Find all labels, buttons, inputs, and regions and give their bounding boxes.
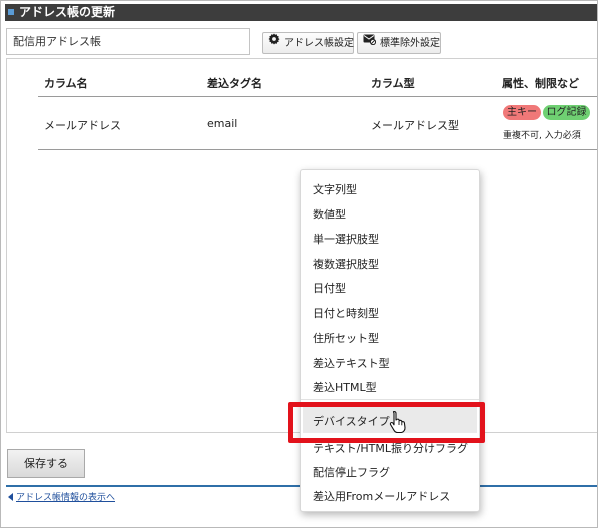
attribute-note: 重複不可, 入力必須: [503, 131, 581, 141]
row-divider: [38, 149, 597, 150]
dropdown-item-string[interactable]: 文字列型: [313, 181, 357, 197]
address-book-settings-button[interactable]: アドレス帳設定: [262, 32, 354, 54]
column-type-dropdown[interactable]: 文字列型 数値型 単一選択肢型 複数選択肢型 日付型 日付と時刻型 住所セット型…: [300, 169, 480, 512]
cell-tag-name: email: [207, 117, 238, 130]
gear-icon: [268, 33, 280, 53]
highlight-annotation-box: [288, 402, 485, 443]
standard-exclusion-settings-label: 標準除外設定: [380, 38, 440, 49]
dropdown-item-multi-choice[interactable]: 複数選択肢型: [313, 256, 379, 272]
back-link-label: アドレス帳情報の表示へ: [16, 493, 116, 503]
primary-key-badge: 主キー: [503, 105, 541, 120]
address-book-name-field[interactable]: 配信用アドレス帳: [6, 28, 250, 55]
dropdown-item-number[interactable]: 数値型: [313, 206, 346, 222]
mail-block-icon: [363, 33, 377, 53]
triangle-left-icon: [8, 493, 13, 501]
header-divider: [38, 96, 597, 97]
header-column-type: カラム型: [371, 77, 415, 90]
dropdown-separator: [301, 399, 479, 400]
page-title-bar: アドレス帳の更新: [5, 4, 597, 21]
standard-exclusion-settings-button[interactable]: 標準除外設定: [357, 32, 441, 54]
header-tag-name: 差込タグ名: [207, 77, 262, 90]
cell-column-name: メールアドレス: [44, 119, 121, 132]
app-frame: アドレス帳の更新 配信用アドレス帳 アドレス帳設定 標準除外設定 カラム名 差込…: [0, 0, 598, 528]
cell-column-type: メールアドレス型: [371, 119, 459, 132]
page-title: アドレス帳の更新: [19, 5, 116, 19]
dropdown-item-datetime[interactable]: 日付と時刻型: [313, 305, 379, 321]
dropdown-item-insert-text[interactable]: 差込テキスト型: [313, 355, 390, 371]
dropdown-item-insert-html[interactable]: 差込HTML型: [313, 379, 377, 395]
dropdown-item-unsubscribe-flag[interactable]: 配信停止フラグ: [313, 464, 390, 480]
dropdown-item-single-choice[interactable]: 単一選択肢型: [313, 231, 379, 247]
title-square-icon: [8, 9, 14, 15]
dropdown-item-date[interactable]: 日付型: [313, 280, 346, 296]
back-to-address-book-link[interactable]: アドレス帳情報の表示へ: [8, 490, 115, 503]
header-attributes: 属性、制限など: [502, 77, 579, 90]
save-button[interactable]: 保存する: [7, 449, 85, 478]
dropdown-item-insert-from-address[interactable]: 差込用Fromメールアドレス: [313, 488, 450, 504]
dropdown-item-address-set[interactable]: 住所セット型: [313, 330, 379, 346]
hand-pointer-icon: [388, 410, 408, 434]
log-record-badge: ログ記録: [543, 105, 590, 120]
header-column-name: カラム名: [44, 77, 88, 90]
address-book-settings-label: アドレス帳設定: [284, 38, 354, 49]
